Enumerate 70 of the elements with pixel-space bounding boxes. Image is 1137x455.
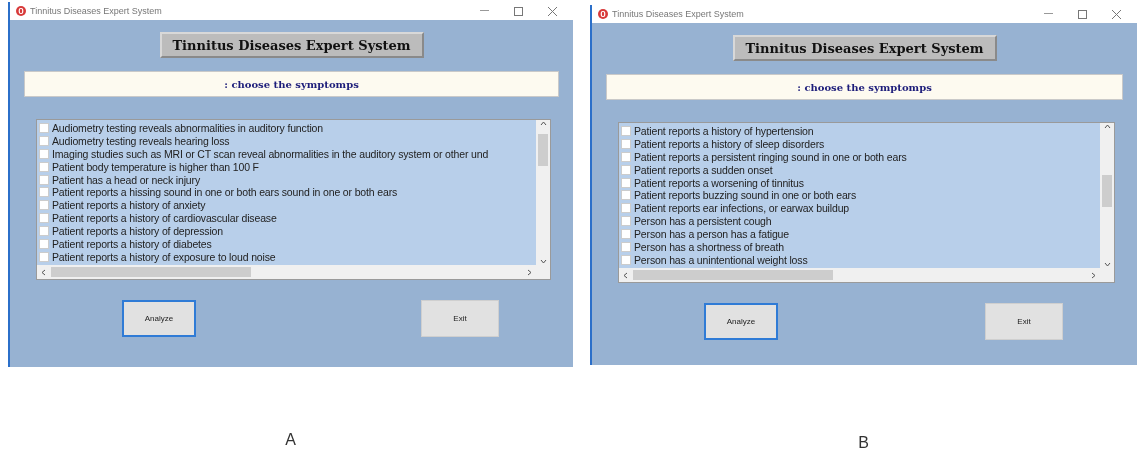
- app-header: Tinnitus Diseases Expert System: [159, 32, 424, 58]
- checkbox[interactable]: [39, 123, 49, 134]
- minimize-icon[interactable]: [1043, 13, 1053, 15]
- symptom-label[interactable]: Patient reports a sudden onset: [634, 163, 773, 176]
- checkbox[interactable]: [39, 174, 49, 185]
- scrollbar-thumb[interactable]: [51, 267, 251, 277]
- window-title: Tinnitus Diseases Expert System: [30, 6, 163, 16]
- symptom-label[interactable]: Person has a shortness of breath: [634, 240, 784, 253]
- scrollbar-thumb[interactable]: [1102, 175, 1112, 207]
- checkbox[interactable]: [621, 152, 631, 163]
- symptom-label[interactable]: Patient reports a history of anxiety: [52, 199, 206, 212]
- checkbox[interactable]: [621, 177, 631, 188]
- app-logo-icon: [16, 6, 26, 16]
- vertical-scrollbar[interactable]: [1100, 123, 1114, 268]
- symptom-label[interactable]: Patient reports a history of exposure to loud noise: [52, 250, 276, 263]
- checkbox[interactable]: [39, 136, 49, 147]
- checkbox[interactable]: [621, 254, 631, 265]
- symptom-label[interactable]: Person has a person has a fatigue: [634, 227, 789, 240]
- checkbox[interactable]: [39, 149, 49, 160]
- close-icon[interactable]: [1111, 9, 1121, 19]
- checkbox[interactable]: [39, 225, 49, 236]
- checkbox[interactable]: [621, 241, 631, 252]
- symptom-label[interactable]: Person has a unintentional weight loss: [634, 253, 808, 266]
- action-button[interactable]: Analyze: [704, 303, 778, 340]
- symptom-label[interactable]: Audiometry testing reveals abnormalities in auditory function: [52, 122, 323, 135]
- instruction-bar: : choose the symptomps: [24, 71, 559, 97]
- symptom-label[interactable]: Patient reports ear infections, or earwax buildup: [634, 202, 850, 215]
- app-logo-icon: [598, 9, 608, 19]
- figure-caption: B: [858, 434, 869, 452]
- symptom-label[interactable]: Patient reports a history of depression: [52, 224, 223, 237]
- symptom-label[interactable]: Imaging studies such as MRI or CT scan reveal abnormalities in the auditory system or other und: [52, 148, 489, 161]
- close-icon[interactable]: [547, 6, 557, 16]
- checkbox[interactable]: [39, 200, 49, 211]
- symptom-label[interactable]: Patient reports a history of cardiovascular disease: [52, 212, 277, 225]
- checkbox[interactable]: [39, 251, 49, 262]
- symptom-label[interactable]: Patient reports a history of sleep disorders: [634, 138, 825, 151]
- checkbox[interactable]: [621, 203, 631, 214]
- window-title: Tinnitus Diseases Expert System: [612, 9, 745, 19]
- symptom-label[interactable]: Audiometry testing reveals hearing loss: [52, 135, 230, 148]
- action-button[interactable]: Analyze: [122, 300, 196, 337]
- instruction-bar: : choose the symptomps: [606, 74, 1123, 100]
- checkbox[interactable]: [621, 190, 631, 201]
- symptom-label[interactable]: Patient reports a hissing sound in one or both ears sound in one or both ears: [52, 186, 398, 199]
- checkbox[interactable]: [39, 161, 49, 172]
- figure-caption: A: [285, 431, 296, 449]
- vertical-scrollbar[interactable]: [536, 120, 550, 265]
- checkbox[interactable]: [621, 228, 631, 239]
- action-button[interactable]: Exit: [985, 303, 1063, 340]
- checkbox[interactable]: [39, 238, 49, 249]
- checkbox[interactable]: [621, 216, 631, 227]
- action-button[interactable]: Exit: [421, 300, 499, 337]
- symptom-label[interactable]: Patient reports a persistent ringing sound in one or both ears: [634, 151, 907, 164]
- minimize-icon[interactable]: [479, 10, 489, 12]
- symptom-label[interactable]: Patient reports a worsening of tinnitus: [634, 176, 804, 189]
- app-header: Tinnitus Diseases Expert System: [732, 35, 997, 61]
- symptom-label[interactable]: Patient has a head or neck injury: [52, 173, 200, 186]
- symptom-label[interactable]: Patient reports a history of hypertension: [634, 125, 814, 138]
- symptom-label[interactable]: Patient body temperature is higher than 100 F: [52, 160, 259, 173]
- checkbox[interactable]: [621, 139, 631, 150]
- maximize-icon[interactable]: [1077, 9, 1087, 19]
- checkbox[interactable]: [39, 187, 49, 198]
- scrollbar-thumb[interactable]: [633, 270, 833, 280]
- symptom-label[interactable]: Person has a persistent cough: [634, 215, 772, 228]
- checkbox[interactable]: [621, 164, 631, 175]
- checkbox[interactable]: [39, 213, 49, 224]
- symptom-label[interactable]: Patient reports buzzing sound in one or both ears: [634, 189, 857, 202]
- checkbox[interactable]: [621, 126, 631, 137]
- scrollbar-thumb[interactable]: [538, 134, 548, 166]
- maximize-icon[interactable]: [513, 6, 523, 16]
- symptom-label[interactable]: Patient reports a history of diabetes: [52, 237, 212, 250]
